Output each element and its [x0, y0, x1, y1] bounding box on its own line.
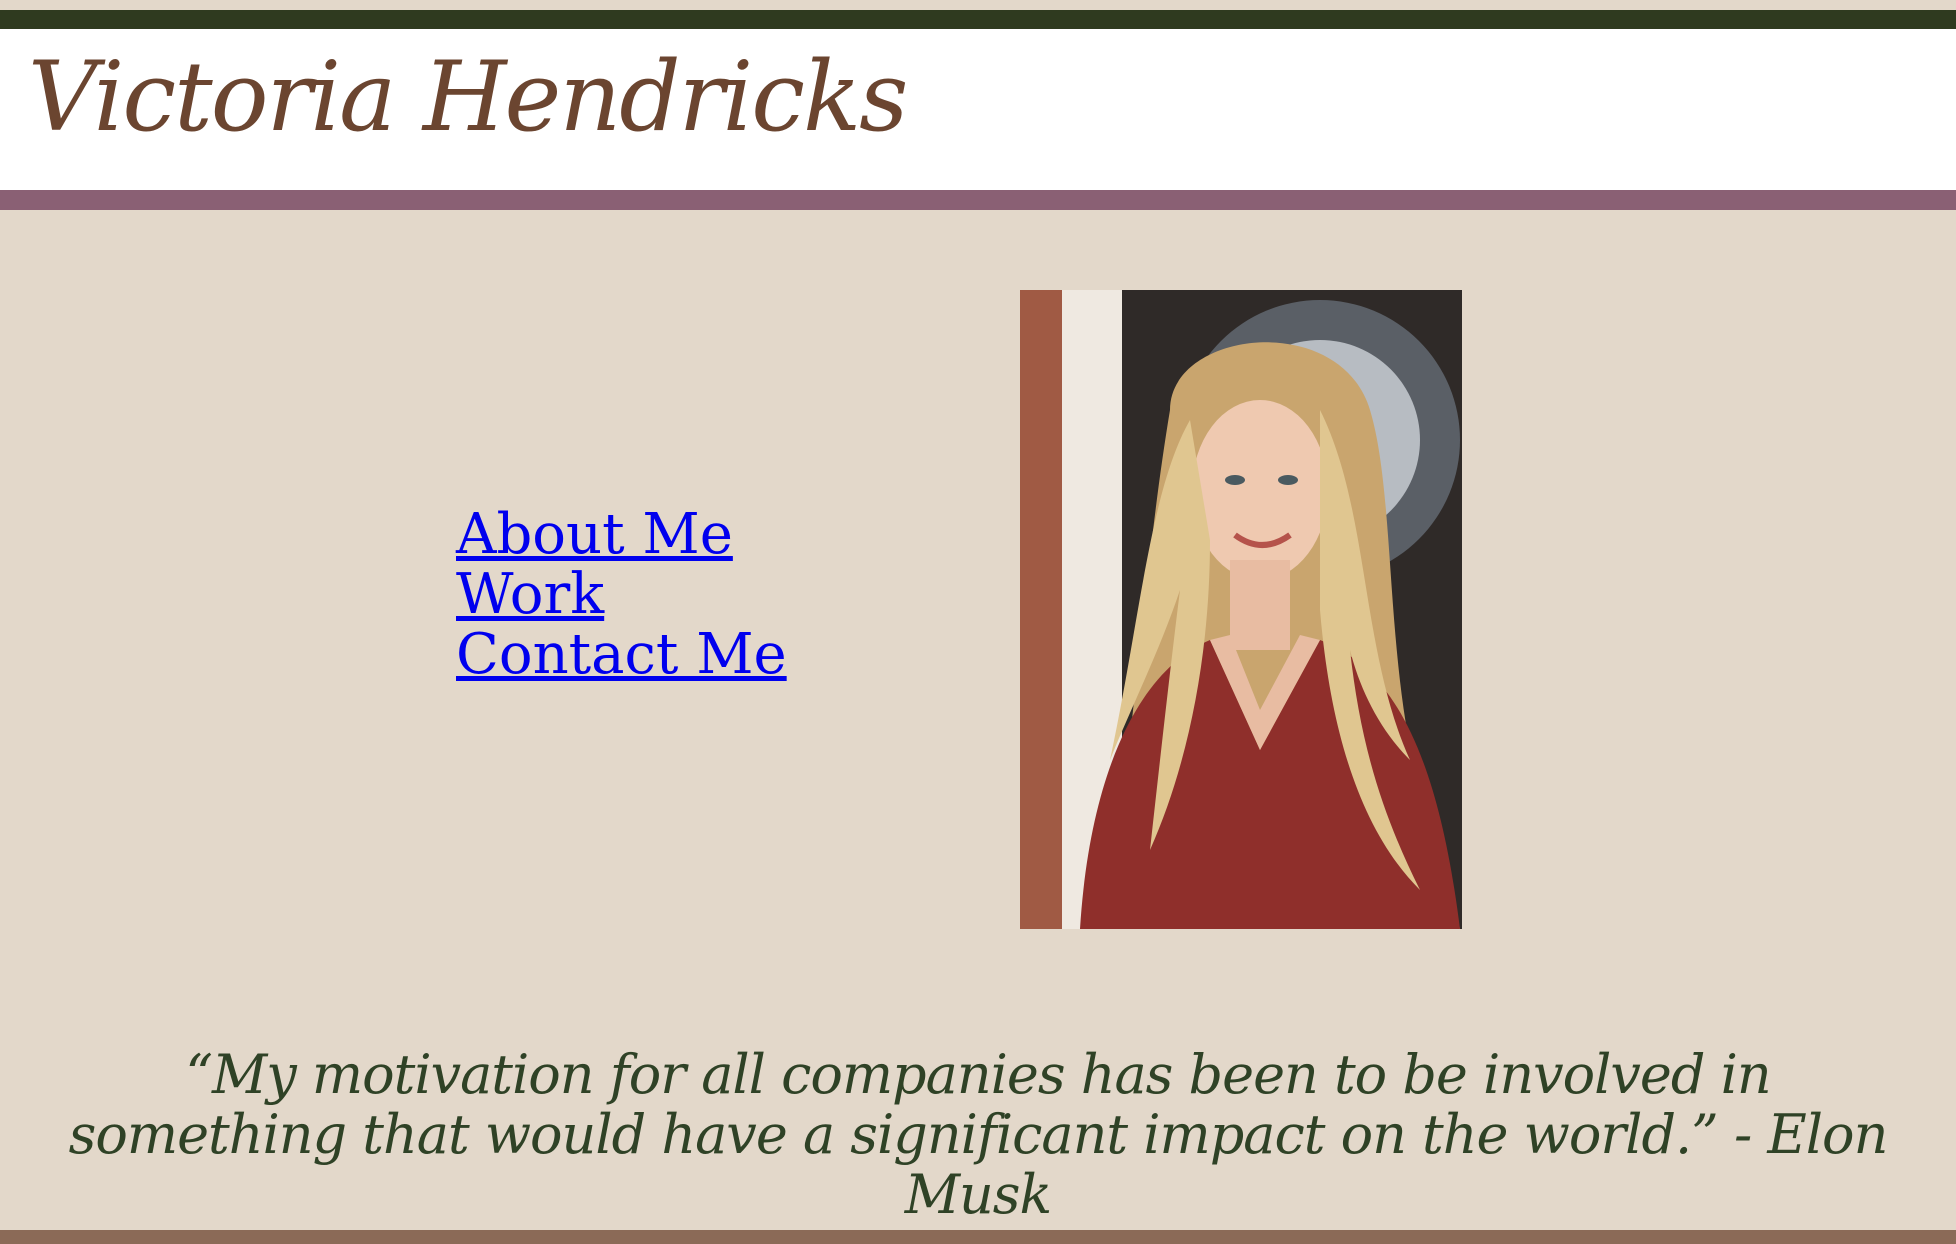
header-divider: [0, 190, 1956, 210]
footer-divider: [0, 1230, 1956, 1244]
nav-link-work[interactable]: Work: [456, 565, 787, 625]
main-navigation: About Me Work Contact Me: [456, 505, 787, 685]
site-header: Victoria Hendricks: [0, 29, 1956, 190]
quote-text: “My motivation for all companies has bee…: [68, 1043, 1889, 1226]
nav-link-about-me[interactable]: About Me: [456, 505, 787, 565]
site-title: Victoria Hendricks: [28, 41, 908, 153]
top-accent-bar: [0, 10, 1956, 29]
top-strip: [0, 0, 1956, 10]
nav-link-contact-me[interactable]: Contact Me: [456, 625, 787, 685]
portrait-photo: [1020, 290, 1462, 929]
